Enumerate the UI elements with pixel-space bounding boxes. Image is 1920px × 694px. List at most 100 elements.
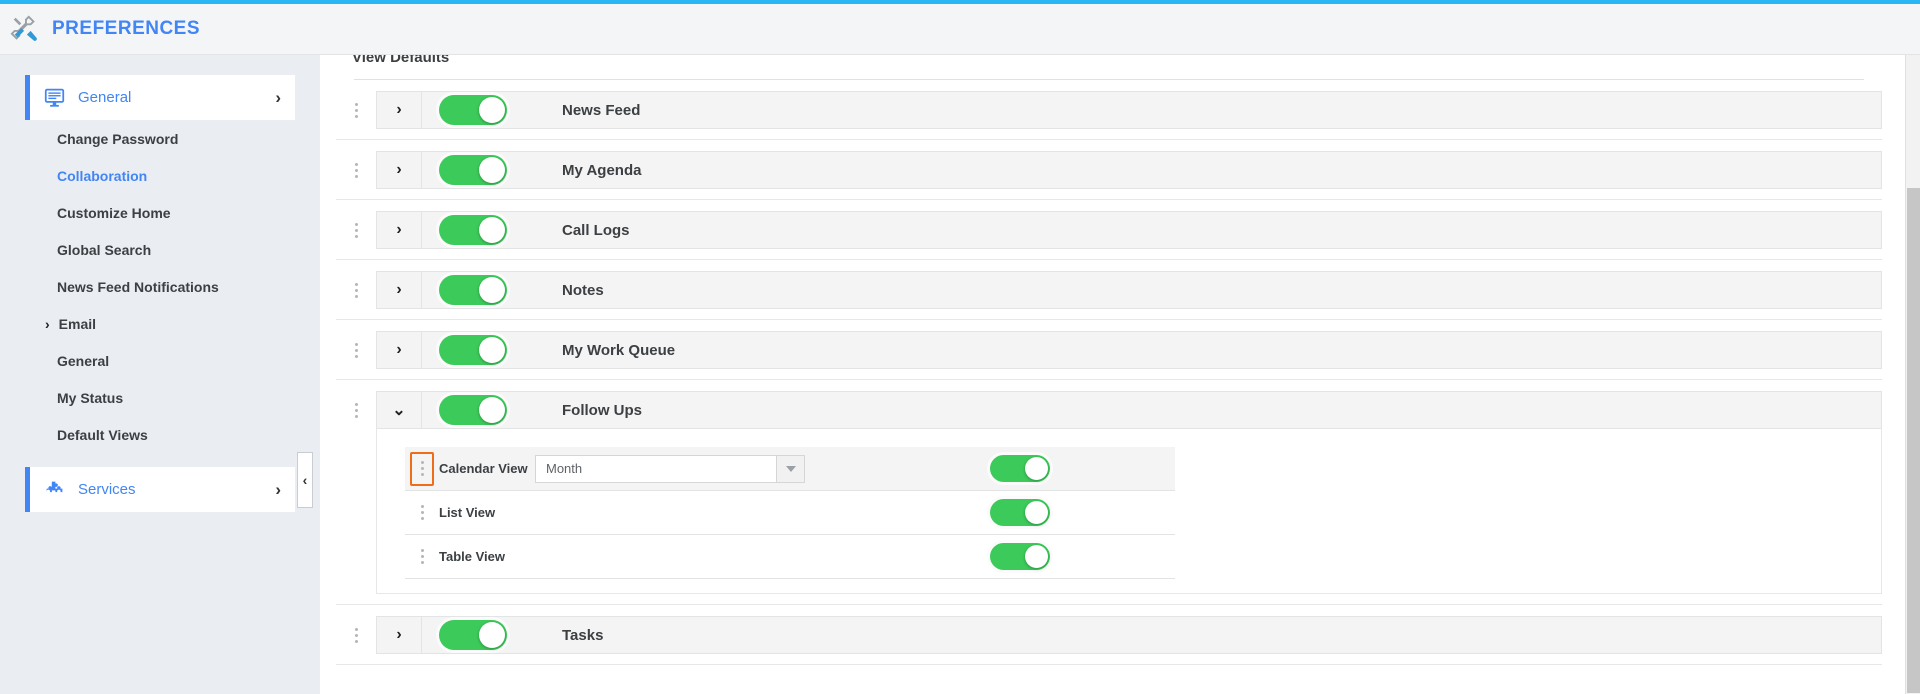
drag-handle[interactable]	[336, 211, 376, 249]
drag-handle[interactable]	[336, 391, 376, 429]
view-default-row-group-expanded: ⌄ Follow Ups Calendar View Month List Vi…	[336, 391, 1882, 605]
row-toggle-cell	[422, 275, 562, 305]
sidebar-item-news-feed-notifications[interactable]: News Feed Notifications	[0, 268, 320, 305]
sidebar-collapse-handle[interactable]: ‹	[297, 452, 313, 508]
expand-toggle[interactable]: ›	[377, 212, 422, 248]
drag-dots-icon	[354, 342, 358, 358]
sidebar-item-services[interactable]: Services ›	[25, 467, 295, 512]
sidebar-item-label: My Status	[57, 389, 124, 406]
expand-toggle[interactable]: ›	[377, 617, 422, 653]
enable-toggle[interactable]	[439, 215, 507, 245]
vertical-scrollbar[interactable]	[1905, 55, 1920, 694]
enable-toggle[interactable]	[990, 543, 1050, 570]
row-divider	[336, 664, 1882, 665]
chevron-right-icon: ›	[275, 88, 281, 107]
row-body: ⌄ Follow Ups	[376, 391, 1882, 429]
row-divider	[336, 139, 1882, 140]
row-label: Notes	[562, 281, 604, 299]
sidebar-item-customize-home[interactable]: Customize Home	[0, 194, 320, 231]
row-body: › Call Logs	[376, 211, 1882, 249]
sidebar-item-collaboration[interactable]: Collaboration	[0, 157, 320, 194]
chevron-right-icon: ›	[396, 161, 402, 178]
row-label: Call Logs	[562, 221, 630, 239]
drag-handle[interactable]	[405, 549, 439, 564]
row-divider	[336, 604, 1882, 605]
page-header: PREFERENCES	[0, 0, 1920, 55]
drag-handle[interactable]	[336, 331, 376, 369]
chevron-right-icon: ›	[275, 480, 281, 499]
subview-toggle-cell	[990, 455, 1050, 482]
subview-label: Table View	[439, 549, 505, 564]
sidebar-item-default-views[interactable]: Default Views	[0, 416, 320, 453]
puzzle-icon	[44, 479, 66, 501]
row-toggle-cell	[422, 335, 562, 365]
enable-toggle[interactable]	[439, 275, 507, 305]
sidebar-item-label: Change Password	[57, 130, 179, 147]
enable-toggle[interactable]	[439, 95, 507, 125]
drag-handle[interactable]	[336, 271, 376, 309]
collapse-toggle[interactable]: ⌄	[377, 392, 422, 428]
table-row: › My Work Queue	[336, 331, 1882, 369]
subview-label: Calendar View	[439, 461, 528, 476]
chevron-down-icon[interactable]	[776, 455, 804, 482]
sidebar-item-general[interactable]: General ›	[25, 75, 295, 120]
sidebar-item-change-password[interactable]: Change Password	[0, 120, 320, 157]
row-toggle-cell	[422, 395, 562, 425]
row-toggle-cell	[422, 620, 562, 650]
row-divider	[336, 199, 1882, 200]
drag-handle-highlighted[interactable]	[410, 451, 434, 486]
chevron-left-icon: ‹	[302, 472, 308, 488]
row-divider	[336, 379, 1882, 380]
enable-toggle[interactable]	[990, 455, 1050, 482]
toggle-knob	[1025, 457, 1048, 480]
table-row: ⌄ Follow Ups	[336, 391, 1882, 429]
subview-label: List View	[439, 505, 496, 520]
drag-handle[interactable]	[405, 505, 439, 520]
row-label: My Agenda	[562, 161, 642, 179]
subview-row: List View	[405, 491, 1175, 535]
subview-row: Calendar View Month	[405, 447, 1175, 491]
row-body: › Notes	[376, 271, 1882, 309]
view-defaults-panel: View Defaults › News Feed › My Agenda › …	[336, 55, 1882, 665]
subview-toggle-cell	[990, 499, 1050, 526]
calendar-view-select[interactable]: Month	[535, 454, 805, 483]
drag-handle[interactable]	[336, 151, 376, 189]
expand-toggle[interactable]: ›	[377, 332, 422, 368]
view-default-row-group: › Call Logs	[336, 211, 1882, 260]
row-label: News Feed	[562, 101, 641, 119]
follow-ups-subpanel: Calendar View Month List View Table View	[376, 429, 1882, 594]
section-title: View Defaults	[352, 55, 450, 66]
row-divider	[336, 319, 1882, 320]
sidebar-item-general-sub[interactable]: General	[0, 342, 320, 379]
toggle-knob	[479, 397, 505, 423]
drag-handle[interactable]	[336, 616, 376, 654]
view-default-row-group: › My Agenda	[336, 151, 1882, 200]
sidebar-group-email[interactable]: › Email	[0, 305, 320, 342]
expand-toggle[interactable]: ›	[377, 152, 422, 188]
drag-dots-icon	[420, 505, 424, 520]
preferences-page: PREFERENCES General › Change Password Co…	[0, 0, 1920, 694]
sidebar-item-label: News Feed Notifications	[57, 278, 219, 295]
row-label: Follow Ups	[562, 401, 642, 419]
drag-handle[interactable]	[336, 91, 376, 129]
toggle-knob	[479, 217, 505, 243]
enable-toggle[interactable]	[990, 499, 1050, 526]
table-row: › Call Logs	[336, 211, 1882, 249]
drag-dots-icon	[354, 627, 358, 643]
enable-toggle[interactable]	[439, 620, 507, 650]
row-body: › My Agenda	[376, 151, 1882, 189]
sidebar-item-label: Global Search	[57, 241, 152, 258]
sidebar-item-label: Collaboration	[57, 167, 148, 184]
view-default-row-group: › Notes	[336, 271, 1882, 320]
chevron-down-icon: ⌄	[392, 402, 406, 419]
enable-toggle[interactable]	[439, 335, 507, 365]
enable-toggle[interactable]	[439, 155, 507, 185]
enable-toggle[interactable]	[439, 395, 507, 425]
scrollbar-thumb[interactable]	[1907, 188, 1920, 693]
chevron-right-icon: ›	[396, 281, 402, 298]
sidebar-item-general-label: General	[78, 89, 132, 106]
sidebar-item-my-status[interactable]: My Status	[0, 379, 320, 416]
expand-toggle[interactable]: ›	[377, 272, 422, 308]
sidebar-item-global-search[interactable]: Global Search	[0, 231, 320, 268]
expand-toggle[interactable]: ›	[377, 92, 422, 128]
